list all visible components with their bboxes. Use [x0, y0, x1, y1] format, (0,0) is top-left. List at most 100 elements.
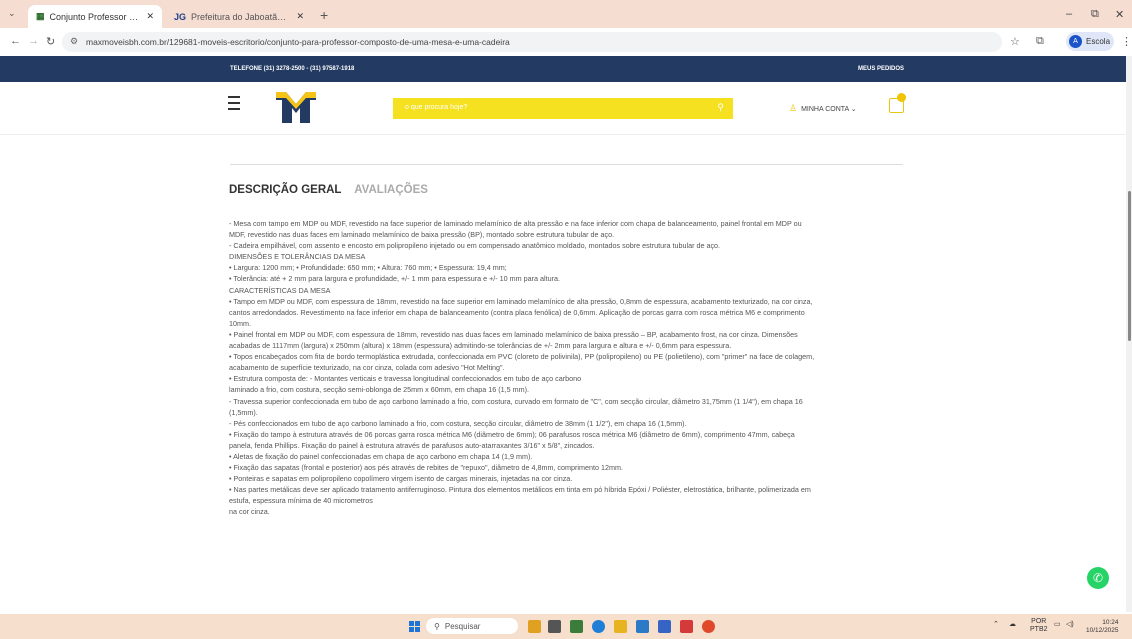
max-moveis-logo[interactable]: [276, 92, 316, 123]
copilot-app-icon[interactable]: [528, 620, 541, 633]
tab-prefeitura-jaboatao[interactable]: JG Prefeitura do Jaboatão dos Gua ✕: [166, 5, 312, 28]
site-top-strip: TELEFONE (31) 3278-2500 - (31) 97587-191…: [0, 56, 1126, 82]
description-line: CARACTERÍSTICAS DA MESA: [229, 285, 331, 295]
clock-date: 10/12/2025: [1086, 627, 1119, 634]
product-info-tabs: DESCRIÇÃO GERAL AVALIAÇÕES: [229, 184, 428, 196]
taskbar-search-input[interactable]: ⚲ Pesquisar: [426, 618, 518, 634]
close-window-button[interactable]: ✕: [1115, 8, 1124, 21]
description-line: MDF, revestido nas duas faces em laminad…: [229, 230, 615, 240]
tab-conjunto-professor[interactable]: ▦ Conjunto Professor FDE CJP 01 ✕: [28, 5, 162, 28]
tray-overflow-chevron-icon[interactable]: ⌃: [993, 620, 999, 628]
task-view-icon[interactable]: [548, 620, 561, 633]
tab-title: Conjunto Professor FDE CJP 01: [49, 11, 141, 22]
my-account-menu[interactable]: ♙ MINHA CONTA ⌄: [789, 103, 857, 114]
url-text: maxmoveisbh.com.br/129681-moveis-escrito…: [86, 37, 510, 47]
avatar: A: [1069, 35, 1082, 48]
profile-button[interactable]: A Escola: [1066, 32, 1114, 51]
search-icon[interactable]: ⚲: [717, 102, 724, 113]
description-line: DIMENSÕES E TOLERÂNCIAS DA MESA: [229, 252, 366, 262]
description-line: acabadas de 1117mm (largura) x 250mm (al…: [229, 341, 732, 351]
description-line: panela, fenda Phillips. Fixação do paine…: [229, 440, 595, 450]
tab-search-chevron-icon[interactable]: ⌄: [8, 8, 16, 19]
extensions-icon[interactable]: ⧉: [1036, 35, 1044, 48]
input-language[interactable]: POR PTB2: [1030, 618, 1048, 634]
description-line: (1,5mm).: [229, 407, 258, 417]
taskbar-clock[interactable]: 10:24 10/12/2025: [1086, 619, 1119, 635]
description-line: acabamento de superfície texturizado, na…: [229, 363, 505, 373]
search-icon: ⚲: [434, 621, 440, 631]
description-line: - Travessa superior confeccionada em tub…: [229, 396, 803, 406]
description-line: • Fixação do tampo à estrutura através d…: [229, 429, 795, 439]
my-orders-link[interactable]: MEUS PEDIDOS: [858, 66, 904, 72]
site-info-icon[interactable]: ⚙: [70, 36, 78, 47]
outlook-app-icon[interactable]: [636, 620, 649, 633]
profile-label: Escola: [1086, 37, 1111, 46]
description-line: • Painel frontal em MDP ou MDF, com espe…: [229, 329, 798, 339]
tab-description[interactable]: DESCRIÇÃO GERAL: [229, 184, 341, 196]
description-line: • Largura: 1200 mm; • Profundidade: 650 …: [229, 263, 507, 273]
description-line: • Estrutura composta de: - Montantes ver…: [229, 374, 582, 384]
description-line: - Mesa com tampo em MDP ou MDF, revestid…: [229, 219, 802, 228]
windows-taskbar: ⚲ Pesquisar ⌃ ☁ POR PTB2 ▭ ◁) 10:24 10/1…: [0, 614, 1132, 639]
search-placeholder: o que procura hoje?: [405, 104, 468, 111]
edge-browser-icon[interactable]: [592, 620, 605, 633]
description-line: laminado a frio, com costura, secção sem…: [229, 385, 530, 395]
taskbar-search-placeholder: Pesquisar: [444, 621, 481, 631]
url-bar[interactable]: ⚙ maxmoveisbh.com.br/129681-moveis-escri…: [62, 32, 1002, 52]
description-line: - Pés confeccionados em tubo de aço carb…: [229, 418, 687, 428]
tab-favicon-icon: ▦: [36, 11, 45, 21]
minimize-button[interactable]: –: [1066, 8, 1072, 20]
maximize-button[interactable]: ⧉: [1091, 8, 1099, 21]
language-label: POR: [1031, 618, 1047, 625]
hamburger-menu-icon[interactable]: [228, 96, 240, 114]
tab-reviews[interactable]: AVALIAÇÕES: [354, 184, 428, 196]
onedrive-icon[interactable]: ☁: [1009, 620, 1016, 628]
description-line: • Ponteiras e sapatas em polipropileno c…: [229, 474, 573, 484]
account-label: MINHA CONTA ⌄: [801, 106, 857, 113]
description-line: • Tampo em MDP ou MDF, com espessura de …: [229, 296, 813, 306]
tab-close-icon[interactable]: ✕: [296, 11, 304, 22]
reload-icon[interactable]: ↻: [46, 35, 55, 48]
clock-time: 10:24: [1102, 619, 1119, 626]
description-line: na cor cinza.: [229, 507, 270, 517]
file-explorer-icon[interactable]: [614, 620, 627, 633]
teams-app-icon[interactable]: [658, 620, 671, 633]
new-tab-button[interactable]: +: [320, 7, 328, 23]
description-line: estufa, espessura mínima de 40 micrometr…: [229, 496, 373, 506]
scrollbar-thumb[interactable]: [1128, 191, 1131, 341]
description-line: cantos arredondados. Revestimento na fac…: [229, 307, 805, 317]
description-line: • Fixação das sapatas (frontal e posteri…: [229, 463, 623, 473]
description-line: • Nas partes metálicas deve ser aplicado…: [229, 485, 811, 495]
browser-menu-icon[interactable]: ⋮: [1121, 35, 1132, 48]
description-line: • Aletas de fixação do painel confeccion…: [229, 451, 533, 461]
description-line: 10mm.: [229, 318, 251, 328]
bookmark-star-icon[interactable]: ☆: [1010, 35, 1020, 48]
forward-arrow-icon[interactable]: →: [28, 35, 39, 47]
network-icon[interactable]: ▭: [1054, 620, 1061, 628]
description-line: • Topos encabeçados com fita de bordo te…: [229, 352, 815, 362]
back-arrow-icon[interactable]: ←: [10, 35, 21, 47]
tab-favicon-icon: JG: [174, 11, 187, 22]
site-header: o que procura hoje? ⚲ ♙ MINHA CONTA ⌄: [0, 82, 1126, 135]
keyboard-layout-label: PTB2: [1030, 626, 1048, 633]
cart-badge: [897, 93, 906, 102]
address-toolbar: ← → ↻ ⚙ maxmoveisbh.com.br/129681-moveis…: [0, 28, 1132, 57]
user-icon: ♙: [789, 103, 798, 113]
store-app-icon[interactable]: [680, 620, 693, 633]
tab-title: Prefeitura do Jaboatão dos Gua: [191, 11, 290, 22]
site-search-input[interactable]: o que procura hoje? ⚲: [393, 98, 733, 119]
browser-tab-strip: ⌄ ▦ Conjunto Professor FDE CJP 01 ✕ JG P…: [0, 0, 1132, 28]
cart-icon[interactable]: [889, 93, 906, 113]
windows-start-icon[interactable]: [409, 621, 420, 632]
product-description: - Mesa com tampo em MDP ou MDF, revestid…: [229, 218, 909, 518]
page-scrollbar[interactable]: [1126, 56, 1132, 612]
section-divider: [230, 164, 903, 165]
volume-icon[interactable]: ◁): [1066, 620, 1074, 628]
chrome-browser-icon[interactable]: [702, 620, 715, 633]
widgets-app-icon[interactable]: [570, 620, 583, 633]
description-line: - Cadeira empilhável, com assento e enco…: [229, 241, 721, 251]
tab-close-icon[interactable]: ✕: [146, 11, 154, 22]
phone-numbers: TELEFONE (31) 3278-2500 - (31) 97587-191…: [230, 66, 355, 72]
whatsapp-chat-icon[interactable]: ✆: [1087, 567, 1109, 589]
description-line: • Tolerância: até + 2 mm para largura e …: [229, 274, 560, 284]
